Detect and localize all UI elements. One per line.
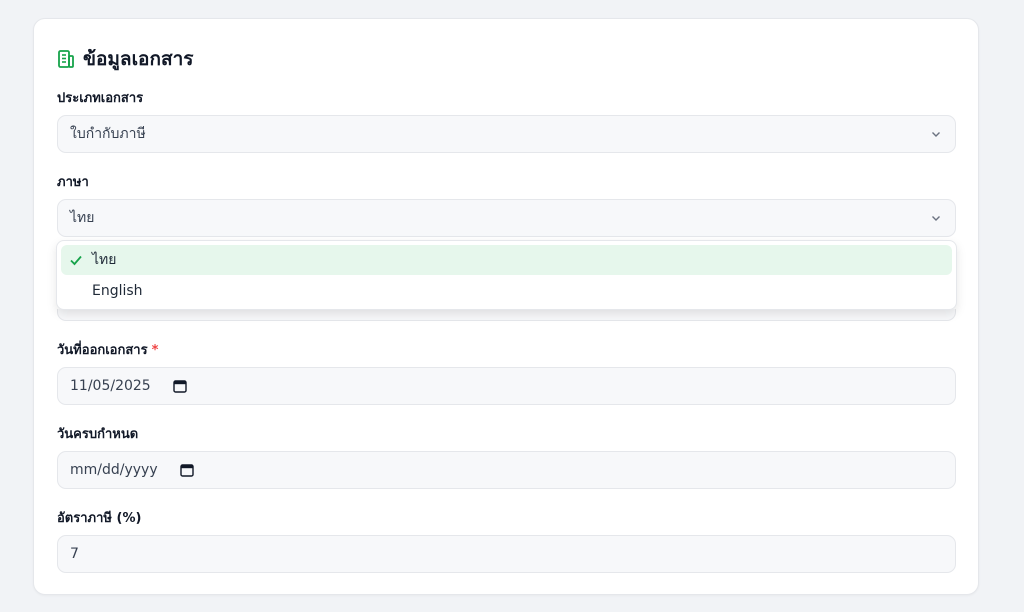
due-date-label: วันครบกำหนด bbox=[57, 427, 139, 442]
doc-type-select[interactable]: ใบกำกับภาษี bbox=[57, 115, 956, 153]
due-date-input[interactable]: mm/dd/yyyy bbox=[57, 451, 956, 489]
doc-type-label: ประเภทเอกสาร bbox=[57, 91, 144, 106]
issue-date-label-text: วันที่ออกเอกสาร bbox=[57, 343, 148, 358]
language-option-thai[interactable]: ไทย bbox=[61, 245, 952, 275]
check-icon bbox=[70, 255, 82, 266]
section-header: ข้อมูลเอกสาร bbox=[57, 44, 193, 74]
tax-rate-value: 7 bbox=[70, 546, 79, 562]
section-title: ข้อมูลเอกสาร bbox=[83, 48, 194, 70]
chevron-down-icon bbox=[932, 132, 940, 137]
language-select[interactable]: ไทย bbox=[57, 199, 956, 237]
language-label: ภาษา bbox=[57, 175, 89, 190]
doc-type-value: ใบกำกับภาษี bbox=[70, 126, 146, 142]
language-option-english[interactable]: English bbox=[61, 276, 952, 306]
obscured-field bbox=[57, 309, 956, 321]
building-icon bbox=[57, 49, 75, 69]
calendar-icon[interactable] bbox=[173, 379, 187, 393]
issue-date-label: วันที่ออกเอกสาร * bbox=[57, 339, 158, 360]
language-option-label: ไทย bbox=[92, 252, 117, 268]
tax-rate-label: อัตราภาษี (%) bbox=[57, 511, 142, 526]
language-option-label: English bbox=[92, 283, 143, 299]
chevron-down-icon bbox=[932, 216, 940, 221]
required-mark: * bbox=[151, 343, 159, 358]
issue-date-value: 11/05/2025 bbox=[70, 378, 151, 394]
due-date-placeholder: mm/dd/yyyy bbox=[70, 462, 158, 478]
tax-rate-input[interactable]: 7 bbox=[57, 535, 956, 573]
calendar-icon[interactable] bbox=[179, 463, 194, 477]
language-dropdown-menu: ไทย English bbox=[56, 240, 957, 310]
language-value: ไทย bbox=[70, 210, 95, 226]
issue-date-input[interactable]: 11/05/2025 bbox=[57, 367, 956, 405]
